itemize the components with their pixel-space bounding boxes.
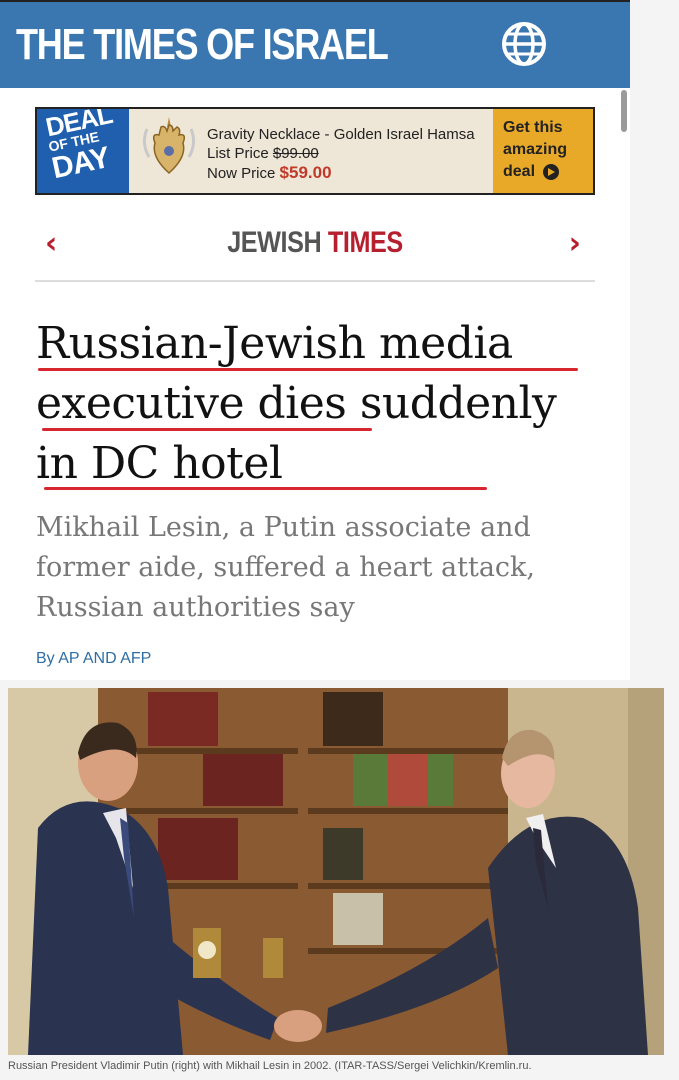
headline-underline-3 xyxy=(44,487,487,490)
deal-badge: DEAL OF THE DAY xyxy=(37,109,129,193)
ad-new-price-row: Now Price $59.00 xyxy=(207,163,497,183)
section-title-part1: JEWISH xyxy=(227,226,322,259)
ad-product-text: Gravity Necklace - Golden Israel Hamsa L… xyxy=(207,125,497,183)
section-nav: ‹ JEWISH TIMES › xyxy=(35,218,595,282)
site-header: THE TIMES OF ISRAEL xyxy=(0,0,630,88)
site-logo[interactable]: THE TIMES OF ISRAEL xyxy=(16,20,389,70)
article-subheadline: Mikhail Lesin, a Putin associate and for… xyxy=(36,512,535,623)
get-deal-button[interactable]: Get this amazing deal xyxy=(493,109,593,193)
headline-underline-2 xyxy=(42,428,372,431)
article-photo xyxy=(8,688,664,1055)
article-byline[interactable]: By AP AND AFP xyxy=(36,650,151,668)
section-title[interactable]: JEWISH TIMES xyxy=(80,226,550,260)
chevron-left-icon[interactable]: ‹ xyxy=(45,226,57,261)
article-headline: Russian-Jewish media executive dies sudd… xyxy=(36,318,557,489)
ad-list-price: $99.00 xyxy=(272,145,319,162)
ad-new-price: $59.00 xyxy=(279,163,332,182)
chevron-right-icon[interactable]: › xyxy=(569,226,581,261)
globe-icon[interactable] xyxy=(500,20,548,68)
arrow-right-icon xyxy=(543,163,560,180)
ad-new-price-label: Now Price xyxy=(207,165,276,182)
hamsa-necklace-image xyxy=(142,117,196,175)
ad-list-price-label: List Price xyxy=(207,145,269,162)
section-title-part2: TIMES xyxy=(327,226,403,259)
headline-underline-1 xyxy=(38,368,578,371)
article-page: THE TIMES OF ISRAEL DEAL OF THE DAY Grav… xyxy=(0,0,630,680)
ad-list-price-row: List Price $99.00 xyxy=(207,144,497,163)
ad-product-name: Gravity Necklace - Golden Israel Hamsa xyxy=(207,126,475,143)
scrollbar-thumb[interactable] xyxy=(621,90,627,132)
deal-of-the-day-ad[interactable]: DEAL OF THE DAY Gravity Necklace - Golde… xyxy=(35,107,595,195)
photo-caption: Russian President Vladimir Putin (right)… xyxy=(8,1060,532,1072)
